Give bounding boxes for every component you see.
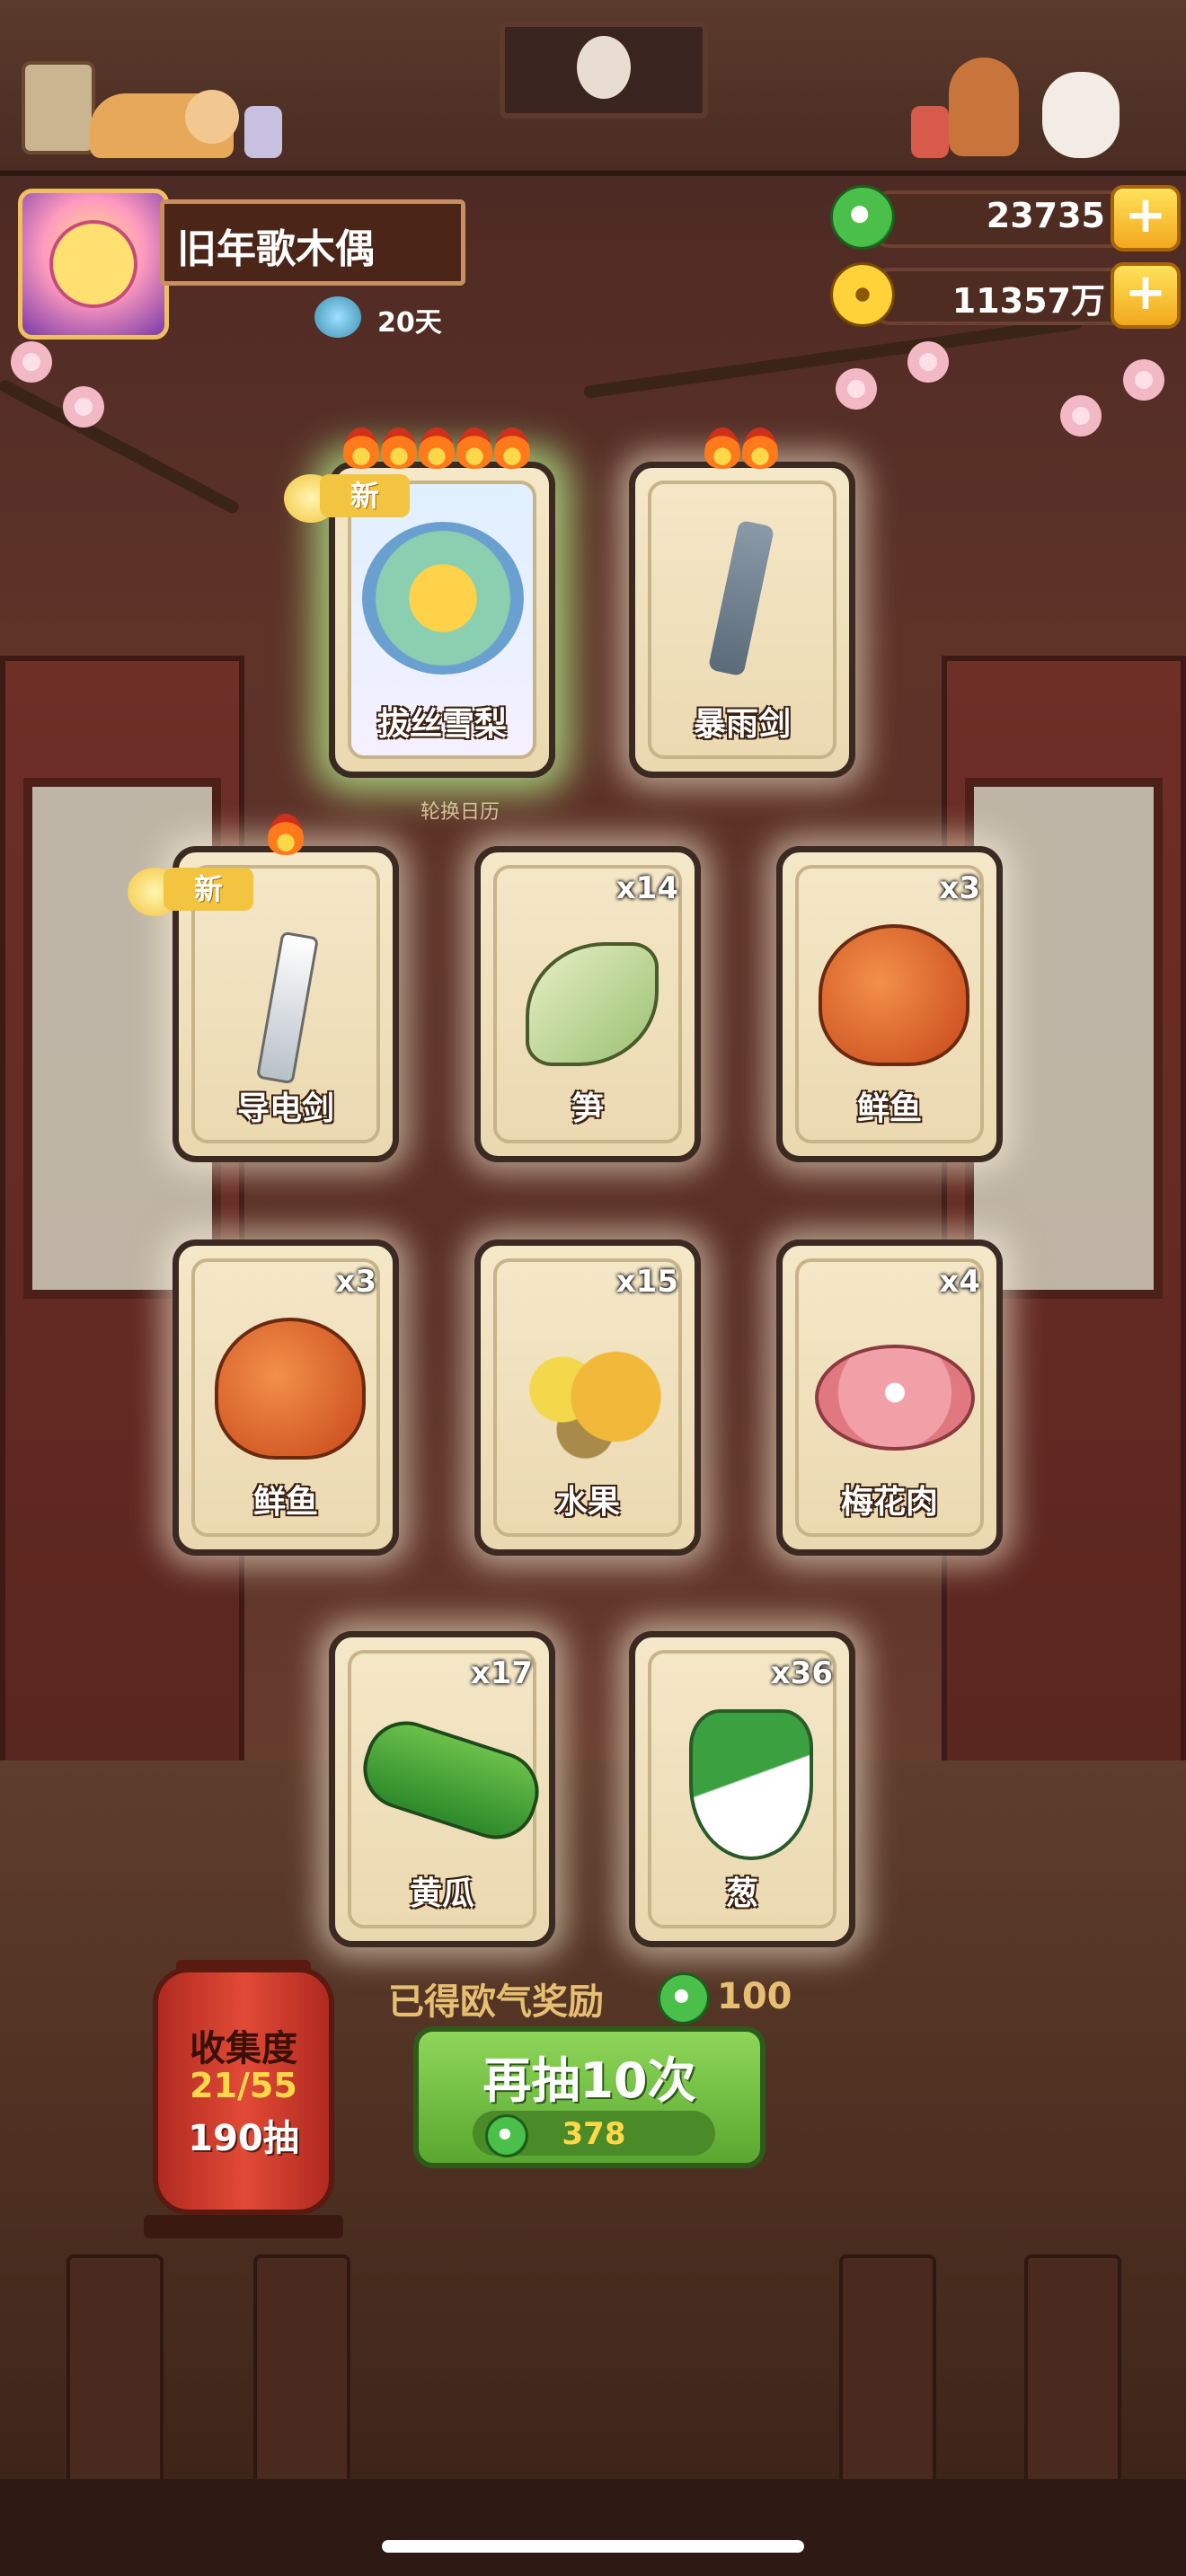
- flame-icon: [494, 428, 530, 469]
- jade-icon: [830, 185, 895, 250]
- blossom-icon: [63, 386, 104, 428]
- grandpa-face-icon: [577, 36, 631, 99]
- card-count: x3: [335, 1264, 376, 1300]
- jade-icon: [658, 1972, 710, 2025]
- card-count: x14: [615, 870, 678, 906]
- dog-figure-icon: [1042, 72, 1120, 158]
- coin-currency: 11357万 +: [830, 262, 1181, 329]
- card-name: 鲜鱼: [252, 1484, 318, 1521]
- candied-pear-dish-icon: [362, 522, 524, 675]
- card-name: 拔丝雪梨: [376, 706, 507, 743]
- fence-post: [839, 2254, 936, 2495]
- flame-icon: [456, 428, 492, 469]
- card-name: 笋: [571, 1090, 604, 1127]
- flame-icon: [419, 428, 455, 469]
- blossom-icon: [1123, 359, 1164, 401]
- card-name: 水果: [554, 1484, 620, 1521]
- card-name: 导电剑: [236, 1090, 334, 1127]
- blossom-icon: [836, 368, 877, 410]
- fence-post: [1024, 2254, 1121, 2495]
- reward-card[interactable]: x17 黄瓜: [329, 1631, 555, 1947]
- name-plate: 旧年歌木偶: [160, 199, 465, 286]
- jade-value: 23735: [986, 196, 1105, 235]
- collection-draws: 190抽: [188, 2118, 299, 2159]
- new-label: 新: [164, 868, 253, 911]
- draw-cost: 378: [473, 2111, 715, 2157]
- card-name: 暴雨剑: [693, 706, 791, 743]
- player-name: 旧年歌木偶: [177, 226, 375, 272]
- blossom-icon: [1060, 395, 1102, 437]
- jar-icon: [244, 106, 282, 158]
- add-coins-button[interactable]: +: [1111, 262, 1181, 329]
- avatar-portrait-icon: [49, 220, 137, 308]
- card-count: x17: [470, 1655, 533, 1691]
- reward-card[interactable]: x15 水果: [474, 1239, 701, 1556]
- reward-card[interactable]: 暴雨剑: [629, 462, 855, 778]
- cat-figure-icon: [185, 90, 239, 144]
- player-avatar[interactable]: [18, 189, 169, 340]
- rarity-flames: [268, 814, 304, 855]
- card-name: 葱: [725, 1875, 758, 1912]
- login-days-icon: [314, 296, 361, 338]
- card-name: 鲜鱼: [856, 1090, 922, 1127]
- fruit-icon: [517, 1318, 669, 1461]
- new-label: 新: [320, 474, 410, 517]
- card-count: x3: [939, 870, 980, 906]
- collection-title: 收集度: [190, 2028, 297, 2069]
- rarity-flames: [704, 428, 778, 469]
- draw-again-button[interactable]: 再抽10次 378: [413, 2026, 766, 2168]
- collection-progress: 21/55: [190, 2066, 297, 2105]
- blossom-icon: [907, 341, 949, 383]
- new-badge: 新: [284, 467, 419, 526]
- scallion-icon: [689, 1709, 813, 1860]
- left-door-panel: [0, 656, 244, 1771]
- fence-post: [66, 2254, 164, 2495]
- flame-icon: [704, 428, 740, 469]
- coin-icon: [830, 262, 895, 327]
- reward-card[interactable]: x3 鲜鱼: [776, 846, 1003, 1162]
- flame-icon: [381, 428, 417, 469]
- reward-card[interactable]: x36 葱: [629, 1631, 855, 1947]
- boy-figure-icon: [949, 57, 1019, 156]
- login-days: 20天: [377, 307, 442, 339]
- reward-card[interactable]: x3 鲜鱼: [173, 1239, 399, 1556]
- reward-card[interactable]: x4 梅花肉: [776, 1239, 1003, 1556]
- calendar-label: 轮换日历: [420, 801, 500, 824]
- collection-lantern[interactable]: 收集度 21/55 190抽: [153, 1967, 334, 2215]
- fresh-fish-icon: [215, 1318, 366, 1460]
- new-badge: 新: [128, 860, 262, 920]
- lantern-stand: [144, 2215, 343, 2238]
- fence-post: [253, 2254, 350, 2495]
- rarity-flames: [343, 428, 530, 469]
- flame-icon: [343, 428, 379, 469]
- card-name: 黄瓜: [409, 1875, 474, 1912]
- card-name: 梅花肉: [840, 1484, 938, 1521]
- jar-icon: [911, 106, 949, 158]
- bottom-bar: [0, 2479, 1186, 2576]
- reward-value: 100: [717, 1976, 792, 2017]
- pork-icon: [815, 1345, 975, 1451]
- hanging-portrait: [500, 22, 708, 119]
- add-jade-button[interactable]: +: [1111, 185, 1181, 251]
- draw-cost-value: 378: [562, 2116, 626, 2152]
- draw-button-label: 再抽10次: [482, 2052, 696, 2109]
- card-count: x36: [770, 1655, 833, 1691]
- wall-scroll-icon: [22, 61, 95, 154]
- card-count: x4: [939, 1264, 980, 1300]
- fresh-fish-icon: [819, 924, 969, 1066]
- card-count: x15: [615, 1264, 678, 1300]
- flame-icon: [742, 428, 778, 469]
- reward-card[interactable]: x14 笋: [474, 846, 701, 1162]
- coin-value: 11357万: [951, 281, 1105, 321]
- jade-currency: 23735 +: [830, 185, 1181, 251]
- flame-icon: [268, 814, 304, 855]
- right-door-panel: [942, 656, 1186, 1771]
- home-indicator[interactable]: [382, 2540, 804, 2553]
- reward-label: 已得欧气奖励: [388, 1981, 604, 2023]
- blossom-icon: [11, 341, 52, 383]
